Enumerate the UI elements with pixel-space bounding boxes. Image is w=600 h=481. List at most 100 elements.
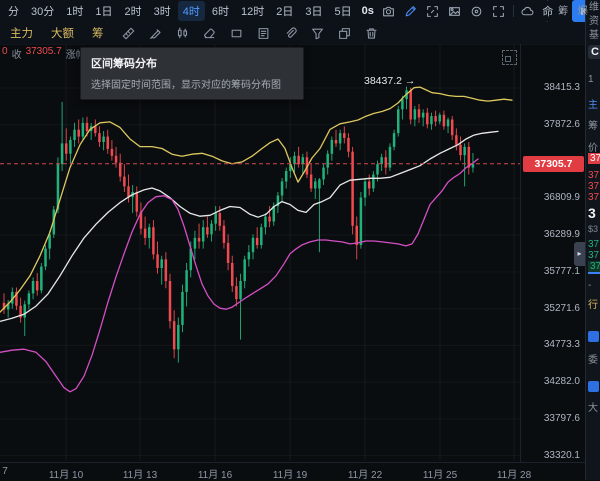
candle-body (61, 143, 64, 164)
candle-body (206, 227, 209, 234)
tooltip-description: 选择固定时间范围，显示对应的筹码分布图 (91, 76, 293, 91)
timeframe-2时[interactable]: 2时 (120, 1, 147, 21)
candle-body (235, 286, 238, 299)
side-tab-基[interactable]: 基 (589, 29, 599, 43)
timeframe-6时[interactable]: 6时 (207, 1, 234, 21)
candle-body (44, 249, 47, 267)
timeframe-分[interactable]: 分 (3, 1, 24, 21)
candle-body (239, 281, 242, 299)
timeframe-3日[interactable]: 3日 (300, 1, 327, 21)
candle-body (19, 306, 22, 318)
candle-body (140, 212, 143, 229)
panel-ask-2: 37 (588, 181, 599, 192)
tab-主力[interactable]: 主力 (10, 25, 33, 41)
candle-body (347, 138, 350, 152)
time-axis[interactable]: 711月 1011月 1311月 1611月 1911月 2211月 2511月… (0, 462, 600, 481)
high-price-annotation: 38437.2 → (364, 75, 415, 87)
candle-body (322, 168, 325, 180)
ruler-icon[interactable] (122, 27, 135, 40)
candle-body (302, 157, 305, 164)
candle-body (107, 137, 110, 149)
camera-icon[interactable] (382, 5, 395, 18)
panel-icon-blue-1 (588, 331, 599, 342)
interval-0s-button[interactable]: 0s (362, 5, 374, 17)
clip-icon[interactable] (284, 27, 297, 40)
filter-icon[interactable] (311, 27, 324, 40)
copy-icon[interactable] (338, 27, 351, 40)
candle-body (397, 109, 400, 133)
candle-body (165, 259, 168, 281)
price-tick: 35777.1 (544, 266, 580, 277)
current-price-tag: 37305.7 (523, 156, 584, 172)
timeframe-2日[interactable]: 2日 (271, 1, 298, 21)
candle-body (372, 175, 375, 189)
panel-frag-dahu: 大 (588, 399, 598, 414)
trash-icon[interactable] (365, 27, 378, 40)
candle-body (455, 135, 458, 145)
image-icon[interactable] (448, 5, 461, 18)
panel-collapse-handle[interactable]: ▸ (574, 242, 585, 266)
indicator-tabs: 主力 大额 筹 (0, 25, 112, 41)
price-tick: 34282.0 (544, 376, 580, 387)
candle-body (256, 238, 259, 245)
candle-body (468, 147, 471, 168)
timeframe-5日[interactable]: 5日 (330, 1, 357, 21)
candle-body (439, 115, 442, 122)
target-icon[interactable] (470, 5, 483, 18)
candle-body (401, 99, 404, 109)
candle-body (293, 156, 296, 164)
side-tab-维[interactable]: 维 (589, 1, 599, 15)
panel-tab-main: 主 (588, 96, 598, 111)
date-label: 11月 25 (423, 466, 457, 481)
tab-筹[interactable]: 筹 (92, 25, 104, 41)
draw-icon[interactable] (149, 27, 162, 40)
eraser-icon[interactable] (203, 27, 216, 40)
candles-icon[interactable] (176, 27, 189, 40)
panel-frag-hangqing: 行 (588, 296, 598, 311)
pencil-icon[interactable] (404, 5, 417, 18)
right-panel-edge[interactable]: 维资基 C1主筹价373737373$3373737-行委大 (585, 0, 600, 480)
timeframe-1时[interactable]: 1时 (61, 1, 88, 21)
close-label: 收 (12, 46, 22, 61)
panel-coin-badge: C (588, 45, 600, 59)
candle-body (285, 171, 288, 181)
candle-body (339, 133, 342, 143)
timeframe-12时[interactable]: 12时 (236, 1, 269, 21)
timeframe-4时[interactable]: 4时 (178, 1, 205, 21)
ma-magenta (0, 159, 478, 392)
bottom-toggle-爆[interactable]: 爆 (578, 3, 589, 18)
timeframe-3时[interactable]: 3时 (149, 1, 176, 21)
panel-frag-weituo: 委 (588, 351, 598, 366)
bottom-toggle-筹[interactable]: 筹 (558, 3, 569, 18)
rect-icon[interactable] (230, 27, 243, 40)
candle-body (15, 292, 18, 306)
candle-body (306, 157, 309, 174)
tab-大额[interactable]: 大额 (51, 25, 74, 41)
candle-body (69, 140, 72, 154)
drawing-toolbar: 主力 大额 筹 (0, 22, 585, 45)
candle-body (418, 109, 421, 117)
candle-body (202, 227, 205, 241)
price-tick: 33320.1 (544, 450, 580, 461)
timeframe-1日[interactable]: 1日 (90, 1, 117, 21)
candle-body (111, 149, 114, 156)
drawing-icons (122, 27, 378, 40)
candle-body (459, 145, 462, 155)
fullscreen-icon[interactable] (492, 5, 505, 18)
candle-body (380, 157, 383, 164)
candle-body (94, 126, 97, 133)
candle-body (28, 293, 31, 304)
candle-body (177, 325, 180, 349)
candle-body (7, 304, 9, 310)
timeframe-30分[interactable]: 30分 (26, 1, 59, 21)
candle-body (356, 226, 359, 245)
frame-icon[interactable] (426, 5, 439, 18)
candle-body (393, 133, 396, 147)
note-icon[interactable] (257, 27, 270, 40)
region-screenshot-icon[interactable] (502, 50, 517, 65)
price-tick: 34773.3 (544, 339, 580, 350)
side-tab-资[interactable]: 资 (589, 15, 599, 29)
candle-body (281, 181, 284, 195)
candle-body (310, 175, 313, 189)
side-vertical-tabs[interactable]: 维资基 (589, 1, 599, 43)
